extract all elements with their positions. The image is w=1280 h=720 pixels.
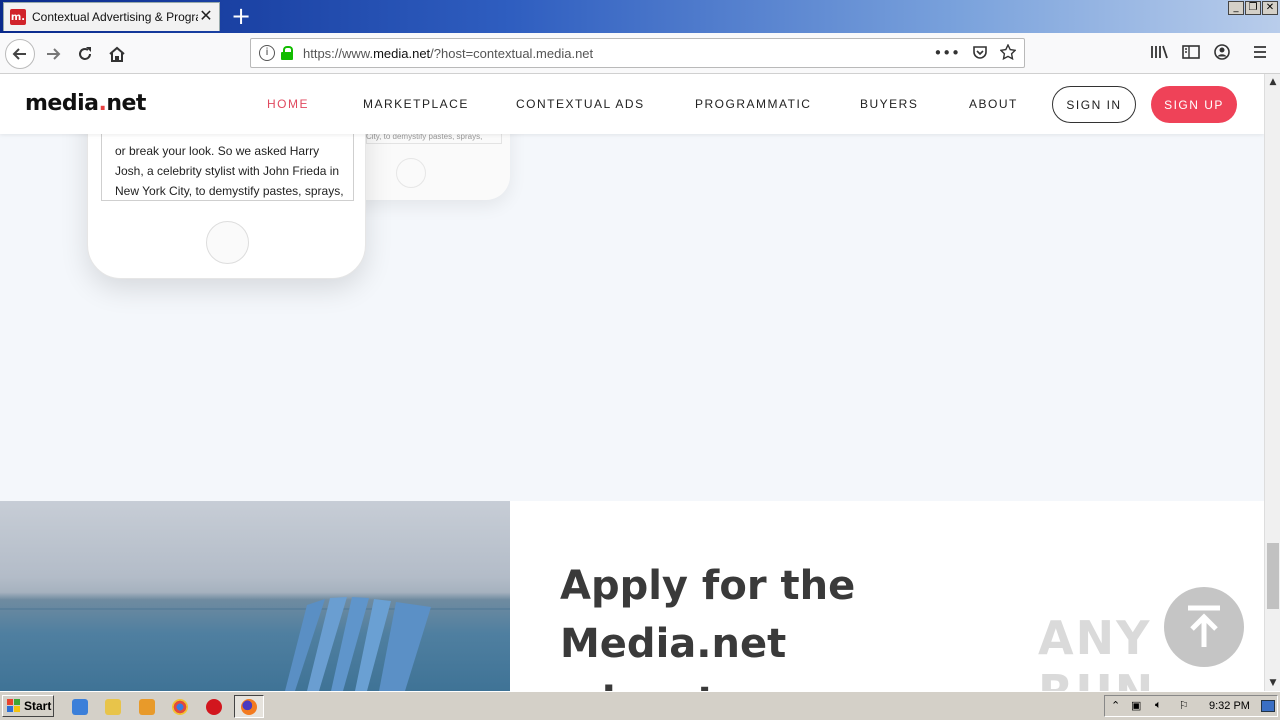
sign-in-button[interactable]: SIGN IN bbox=[1052, 86, 1136, 123]
phone-text-line: Josh, a celebrity stylist with John Frie… bbox=[115, 164, 340, 178]
home-icon bbox=[109, 46, 125, 62]
start-button[interactable]: Start bbox=[2, 695, 54, 717]
new-tab-button[interactable]: + bbox=[229, 3, 253, 29]
pocket-icon[interactable] bbox=[972, 44, 988, 64]
internet-explorer-icon[interactable] bbox=[72, 699, 88, 715]
nav-buyers[interactable]: BUYERS bbox=[860, 97, 918, 111]
scroll-down-arrow-icon[interactable]: ▼ bbox=[1265, 675, 1280, 691]
forward-button[interactable] bbox=[40, 41, 66, 67]
sign-up-button[interactable]: SIGN UP bbox=[1151, 86, 1237, 123]
network-icon[interactable]: ▣ bbox=[1131, 699, 1141, 712]
address-bar[interactable]: i https://www.media.net/?host=contextual… bbox=[250, 38, 1025, 68]
background-phone-home-button bbox=[396, 158, 426, 188]
account-icon[interactable] bbox=[1214, 44, 1230, 64]
restore-window-button[interactable]: ❐ bbox=[1245, 1, 1261, 15]
back-button[interactable] bbox=[5, 39, 35, 69]
chrome-icon[interactable] bbox=[172, 699, 188, 715]
site-header: media.net HOME MARKETPLACE CONTEXTUAL AD… bbox=[0, 74, 1264, 134]
arrow-up-icon bbox=[1188, 605, 1220, 647]
phone-home-button bbox=[206, 221, 249, 264]
system-tray: ⌃ ▣ 🔈︎ ⚐ 9:32 PM bbox=[1104, 695, 1278, 717]
nav-home[interactable]: HOME bbox=[267, 97, 309, 111]
phone-text-line: or break your look. So we asked Harry bbox=[115, 144, 320, 158]
menu-icon[interactable] bbox=[1253, 44, 1267, 63]
reload-button[interactable] bbox=[72, 41, 98, 67]
opera-icon[interactable] bbox=[206, 699, 222, 715]
bookmark-star-icon[interactable] bbox=[999, 43, 1017, 64]
volume-icon[interactable]: 🔈︎ bbox=[1155, 699, 1162, 712]
lock-icon bbox=[281, 46, 293, 60]
sidebar-icon[interactable] bbox=[1182, 44, 1200, 64]
action-center-flag-icon[interactable]: ⚐ bbox=[1179, 699, 1189, 712]
info-icon[interactable]: i bbox=[259, 45, 275, 61]
apply-heading: Apply for the Media.net advantage bbox=[560, 563, 856, 691]
scroll-up-arrow-icon[interactable]: ▲ bbox=[1265, 74, 1280, 90]
reload-icon bbox=[79, 47, 91, 60]
browser-tab-strip: m. Contextual Advertising & Programm ✕ +… bbox=[0, 0, 1280, 33]
media-player-icon[interactable] bbox=[139, 699, 155, 715]
tray-expand-icon[interactable]: ⌃ bbox=[1111, 699, 1120, 712]
page-scrollbar[interactable]: ▲ ▼ bbox=[1264, 74, 1280, 691]
close-window-button[interactable]: ✕ bbox=[1262, 1, 1278, 15]
firefox-icon bbox=[241, 699, 257, 715]
firefox-taskbar-button[interactable] bbox=[234, 695, 264, 718]
tab-title: Contextual Advertising & Programm bbox=[32, 10, 198, 24]
windows-taskbar: Start ⌃ ▣ 🔈︎ ⚐ 9:32 PM bbox=[0, 691, 1280, 720]
page-actions-icon[interactable]: ••• bbox=[933, 44, 960, 64]
nav-marketplace[interactable]: MARKETPLACE bbox=[363, 97, 469, 111]
show-desktop-icon[interactable] bbox=[1261, 700, 1275, 712]
close-tab-icon[interactable]: ✕ bbox=[198, 8, 214, 24]
scroll-to-top-button[interactable] bbox=[1164, 587, 1244, 667]
scrollbar-thumb[interactable] bbox=[1267, 543, 1279, 609]
url-text: https://www.media.net/?host=contextual.m… bbox=[303, 45, 594, 61]
folder-icon[interactable] bbox=[105, 699, 121, 715]
windows-logo-icon bbox=[7, 699, 20, 712]
minimize-window-button[interactable]: _ bbox=[1228, 1, 1244, 15]
beach-chair-image bbox=[0, 501, 510, 691]
browser-tab[interactable]: m. Contextual Advertising & Programm ✕ bbox=[3, 2, 220, 31]
taskbar-clock[interactable]: 9:32 PM bbox=[1209, 700, 1250, 712]
nav-programmatic[interactable]: PROGRAMMATIC bbox=[695, 97, 811, 111]
medianet-logo[interactable]: media.net bbox=[25, 91, 146, 116]
browser-toolbar: i https://www.media.net/?host=contextual… bbox=[0, 33, 1280, 74]
library-icon[interactable] bbox=[1150, 44, 1168, 64]
home-button[interactable] bbox=[104, 41, 130, 67]
arrow-left-icon bbox=[12, 48, 26, 60]
site-favicon-icon: m. bbox=[10, 9, 26, 25]
nav-contextual-ads[interactable]: CONTEXTUAL ADS bbox=[516, 97, 645, 111]
apply-section: Apply for the Media.net advantage ANY RU… bbox=[510, 501, 1264, 691]
arrow-right-icon bbox=[47, 48, 61, 60]
page-viewport: media.net HOME MARKETPLACE CONTEXTUAL AD… bbox=[0, 74, 1264, 691]
start-label: Start bbox=[24, 699, 52, 713]
phone-text-line: New York City, to demystify pastes, spra… bbox=[115, 184, 344, 198]
nav-about[interactable]: ABOUT bbox=[969, 97, 1018, 111]
beach-chair-graphic bbox=[285, 597, 431, 691]
